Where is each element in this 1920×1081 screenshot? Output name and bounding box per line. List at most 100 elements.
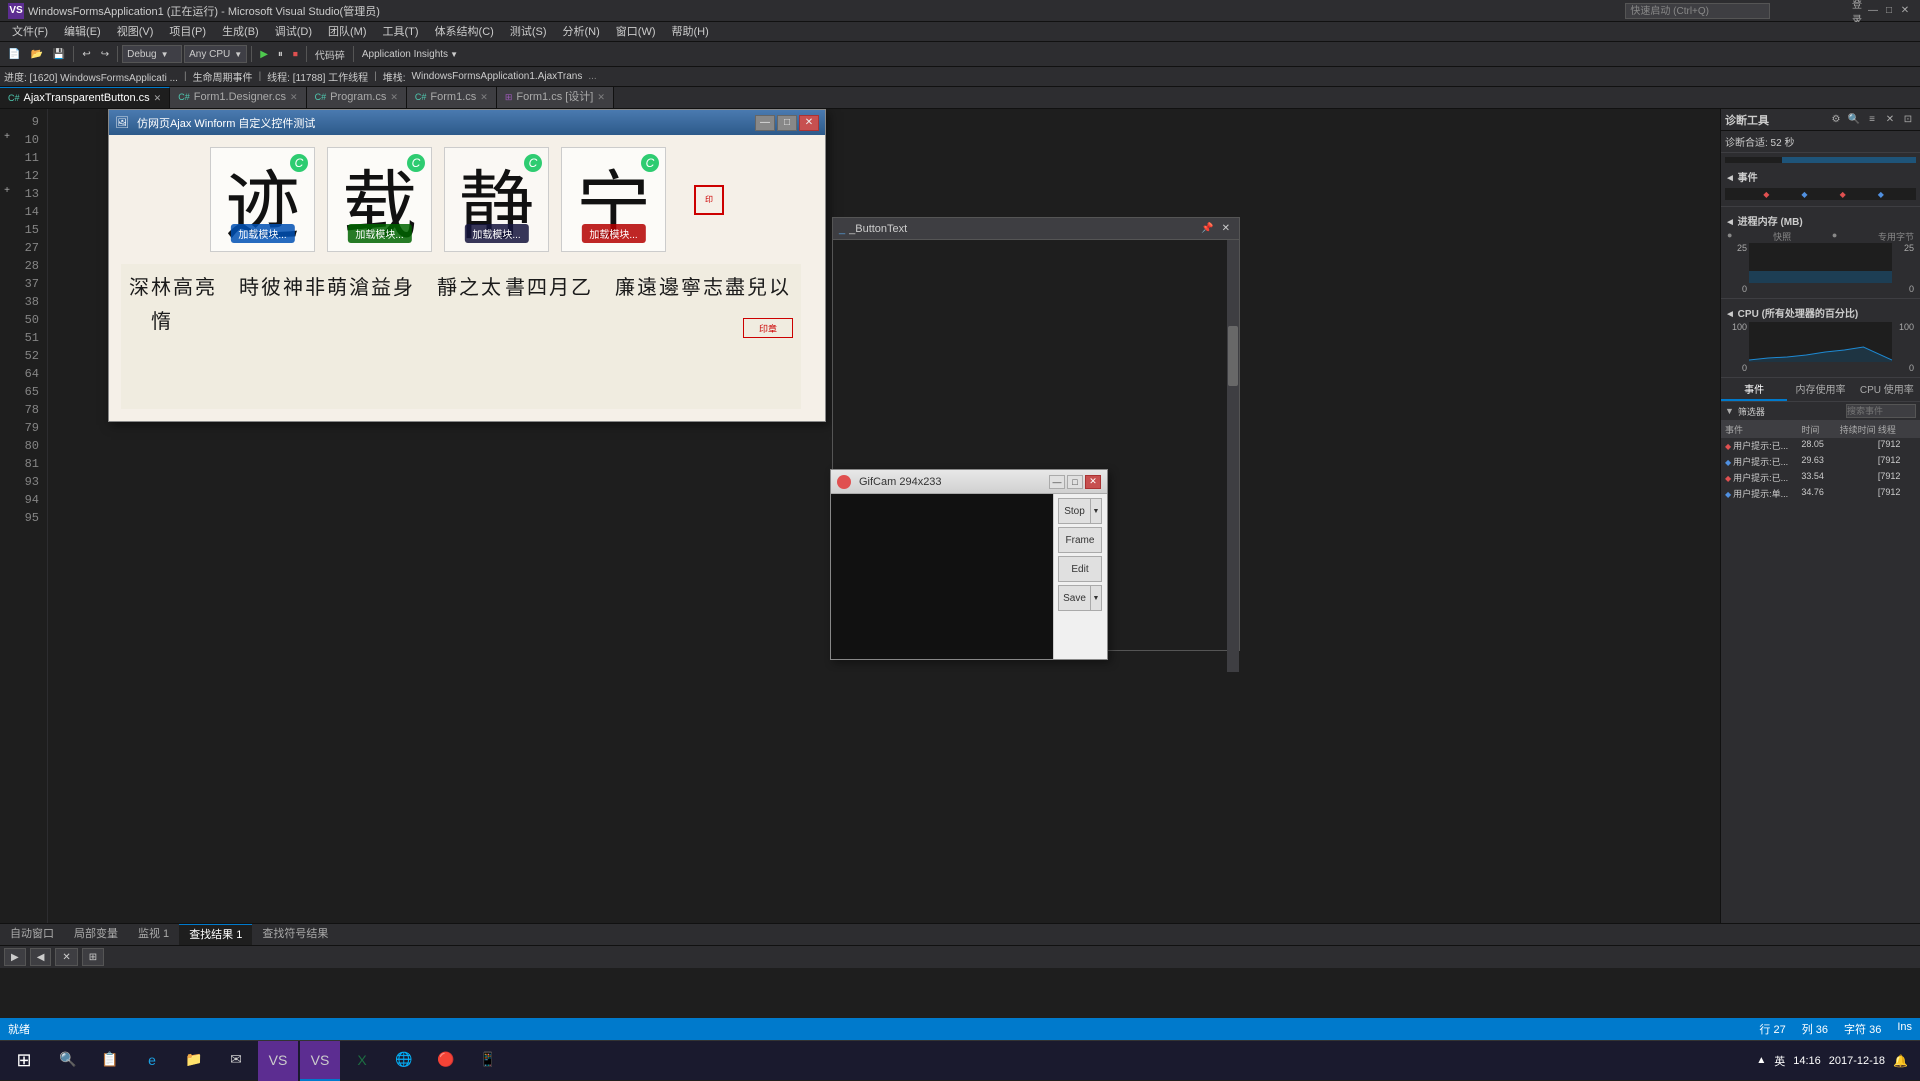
undo-btn[interactable]: ↩ [78, 44, 94, 64]
menu-debug[interactable]: 调试(D) [267, 22, 320, 42]
taskbar-icon-app1[interactable]: 🌐 [384, 1041, 424, 1081]
gifcam-restore-btn[interactable]: □ [1067, 475, 1083, 489]
diag-tab-cpu[interactable]: CPU 使用率 [1854, 378, 1920, 401]
tab-program[interactable]: C# Program.cs ✕ [307, 87, 407, 108]
event-row-0[interactable]: ◆用户提示:已... 28.05 [7912 [1721, 438, 1920, 454]
taskbar-icon-mail[interactable]: ✉ [216, 1041, 256, 1081]
quick-launch[interactable]: 快速启动 (Ctrl+Q) [1625, 3, 1770, 19]
find-nav-btn-2[interactable]: ◀ [30, 948, 52, 966]
gifcam-minimize-btn[interactable]: — [1049, 475, 1065, 489]
menu-architecture[interactable]: 体系结构(C) [427, 22, 502, 42]
app-insights-btn[interactable]: Application Insights ▼ [358, 44, 462, 64]
pause-btn[interactable]: ⏸ [274, 44, 287, 64]
menu-file[interactable]: 文件(F) [4, 22, 56, 42]
taskbar-icon-vs[interactable]: VS [258, 1041, 298, 1081]
open-btn[interactable]: 📂 [26, 44, 46, 64]
diag-dock-icon[interactable]: ⊡ [1900, 112, 1916, 128]
save-btn[interactable]: 💾 [49, 44, 69, 64]
gifcam-save-arrow[interactable]: ▼ [1090, 585, 1102, 611]
diag-tab-memory[interactable]: 内存使用率 [1787, 378, 1853, 401]
menu-project[interactable]: 项目(P) [161, 22, 214, 42]
tray-notify[interactable]: 🔔 [1893, 1054, 1908, 1068]
calli-minimize-btn[interactable]: — [755, 115, 775, 131]
bottom-tab-symbol[interactable]: 查找符号结果 [252, 924, 338, 945]
event-row-2[interactable]: ◆用户提示:已... 33.54 [7912 [1721, 470, 1920, 486]
tab-form1-designer[interactable]: C# Form1.Designer.cs ✕ [170, 87, 306, 108]
menu-team[interactable]: 团队(M) [320, 22, 375, 42]
redo-btn[interactable]: ↪ [97, 44, 113, 64]
debug-dropdown[interactable]: Debug ▼ [122, 45, 182, 63]
tray-arrow[interactable]: ▲ [1756, 1055, 1766, 1066]
gifcam-title-bar[interactable]: GifCam 294x233 — □ ✕ [831, 470, 1107, 494]
diag-close-icon[interactable]: ✕ [1882, 112, 1898, 128]
calli-title-bar[interactable]: 🖼 仿网页Ajax Winform 自定义控件测试 — □ ✕ [109, 110, 825, 135]
start-btn[interactable]: ▶ [256, 44, 272, 64]
gifcam-frame-btn[interactable]: Frame [1058, 527, 1102, 553]
calli-load-btn-4[interactable]: 加载模块... [581, 224, 645, 243]
tab-form1[interactable]: C# Form1.cs ✕ [407, 87, 497, 108]
find-clear-btn[interactable]: ✕ [55, 948, 77, 966]
sign-in[interactable]: 登录 [1850, 4, 1864, 18]
bottom-tab-locals[interactable]: 局部变量 [64, 924, 128, 945]
diag-settings-icon[interactable]: ⚙ [1828, 112, 1844, 128]
find-options-btn[interactable]: ⊞ [82, 948, 104, 966]
close-btn[interactable]: ✕ [1898, 4, 1912, 18]
restore-btn[interactable]: □ [1882, 4, 1896, 18]
diag-events-title[interactable]: ◄ 事件 [1725, 167, 1916, 186]
buttontext-scrollbar[interactable] [1227, 240, 1239, 672]
calli-load-btn-1[interactable]: 加载模块... [230, 224, 294, 243]
tab-close-5[interactable]: ✕ [597, 87, 605, 108]
menu-help[interactable]: 帮助(H) [664, 22, 717, 42]
buttontext-close-icon[interactable]: ✕ [1219, 223, 1233, 234]
filter-label[interactable]: 筛选器 [1738, 405, 1765, 418]
menu-edit[interactable]: 编辑(E) [56, 22, 109, 42]
tab-form1-design[interactable]: ⊞ Form1.cs [设计] ✕ [497, 87, 614, 108]
tab-close-3[interactable]: ✕ [390, 87, 398, 108]
bottom-tab-find[interactable]: 查找结果 1 [179, 924, 252, 945]
taskbar-icon-explorer[interactable]: 📁 [174, 1041, 214, 1081]
gifcam-close-btn[interactable]: ✕ [1085, 475, 1101, 489]
gifcam-stop-btn[interactable]: Stop [1058, 498, 1090, 524]
event-row-3[interactable]: ◆用户提示:单... 34.76 [7912 [1721, 486, 1920, 502]
gifcam-save-btn[interactable]: Save [1058, 585, 1090, 611]
lifecycle-text[interactable]: 生命周期事件 [193, 69, 253, 84]
taskbar-start-btn[interactable]: ⊞ [4, 1041, 44, 1081]
taskbar-icon-excel[interactable]: X [342, 1041, 382, 1081]
diag-gear-icon[interactable]: ≡ [1864, 112, 1880, 128]
menu-tools[interactable]: 工具(T) [375, 22, 427, 42]
taskbar-icon-edge[interactable]: e [132, 1041, 172, 1081]
taskbar-icon-vs2[interactable]: VS [300, 1041, 340, 1081]
gifcam-edit-btn[interactable]: Edit [1058, 556, 1102, 582]
buttontext-pin-icon[interactable]: 📌 [1198, 223, 1216, 234]
tab-ajax[interactable]: C# AjaxTransparentButton.cs ✕ [0, 87, 170, 108]
tab-close-4[interactable]: ✕ [480, 87, 488, 108]
taskbar-icon-task[interactable]: 📋 [90, 1041, 130, 1081]
stop-btn[interactable]: ⏹ [289, 44, 302, 64]
menu-analyze[interactable]: 分析(N) [555, 22, 608, 42]
bottom-tab-watch[interactable]: 监视 1 [128, 924, 179, 945]
calli-close-btn[interactable]: ✕ [799, 115, 819, 131]
marker-12[interactable]: + [0, 181, 14, 199]
minimize-btn[interactable]: — [1866, 4, 1880, 18]
bottom-tab-auto[interactable]: 自动窗口 [0, 924, 64, 945]
gifcam-stop-arrow[interactable]: ▼ [1090, 498, 1102, 524]
menu-build[interactable]: 生成(B) [214, 22, 267, 42]
diag-scroll[interactable]: 诊断合适: 52 秒 ◄ 事件 ◆ [1721, 131, 1920, 923]
menu-test[interactable]: 测试(S) [502, 22, 555, 42]
taskbar-icon-app2[interactable]: 🔴 [426, 1041, 466, 1081]
menu-view[interactable]: 视图(V) [109, 22, 162, 42]
new-project-btn[interactable]: 📄 [4, 44, 24, 64]
diag-tab-events[interactable]: 事件 [1721, 378, 1787, 401]
tab-close-2[interactable]: ✕ [290, 87, 298, 108]
event-row-1[interactable]: ◆用户提示:已... 29.63 [7912 [1721, 454, 1920, 470]
cpu-dropdown[interactable]: Any CPU ▼ [184, 45, 247, 63]
code-btn[interactable]: 代码碎 [311, 44, 349, 64]
diag-search-icon[interactable]: 🔍 [1846, 112, 1862, 128]
calli-load-btn-3[interactable]: 加载模块... [464, 224, 528, 243]
search-events-input[interactable] [1846, 404, 1916, 418]
find-nav-btn-1[interactable]: ▶ [4, 948, 26, 966]
marker-9[interactable]: + [0, 127, 14, 145]
calli-load-btn-2[interactable]: 加载模块... [347, 224, 411, 243]
taskbar-icon-search[interactable]: 🔍 [48, 1041, 88, 1081]
taskbar-icon-app3[interactable]: 📱 [468, 1041, 508, 1081]
